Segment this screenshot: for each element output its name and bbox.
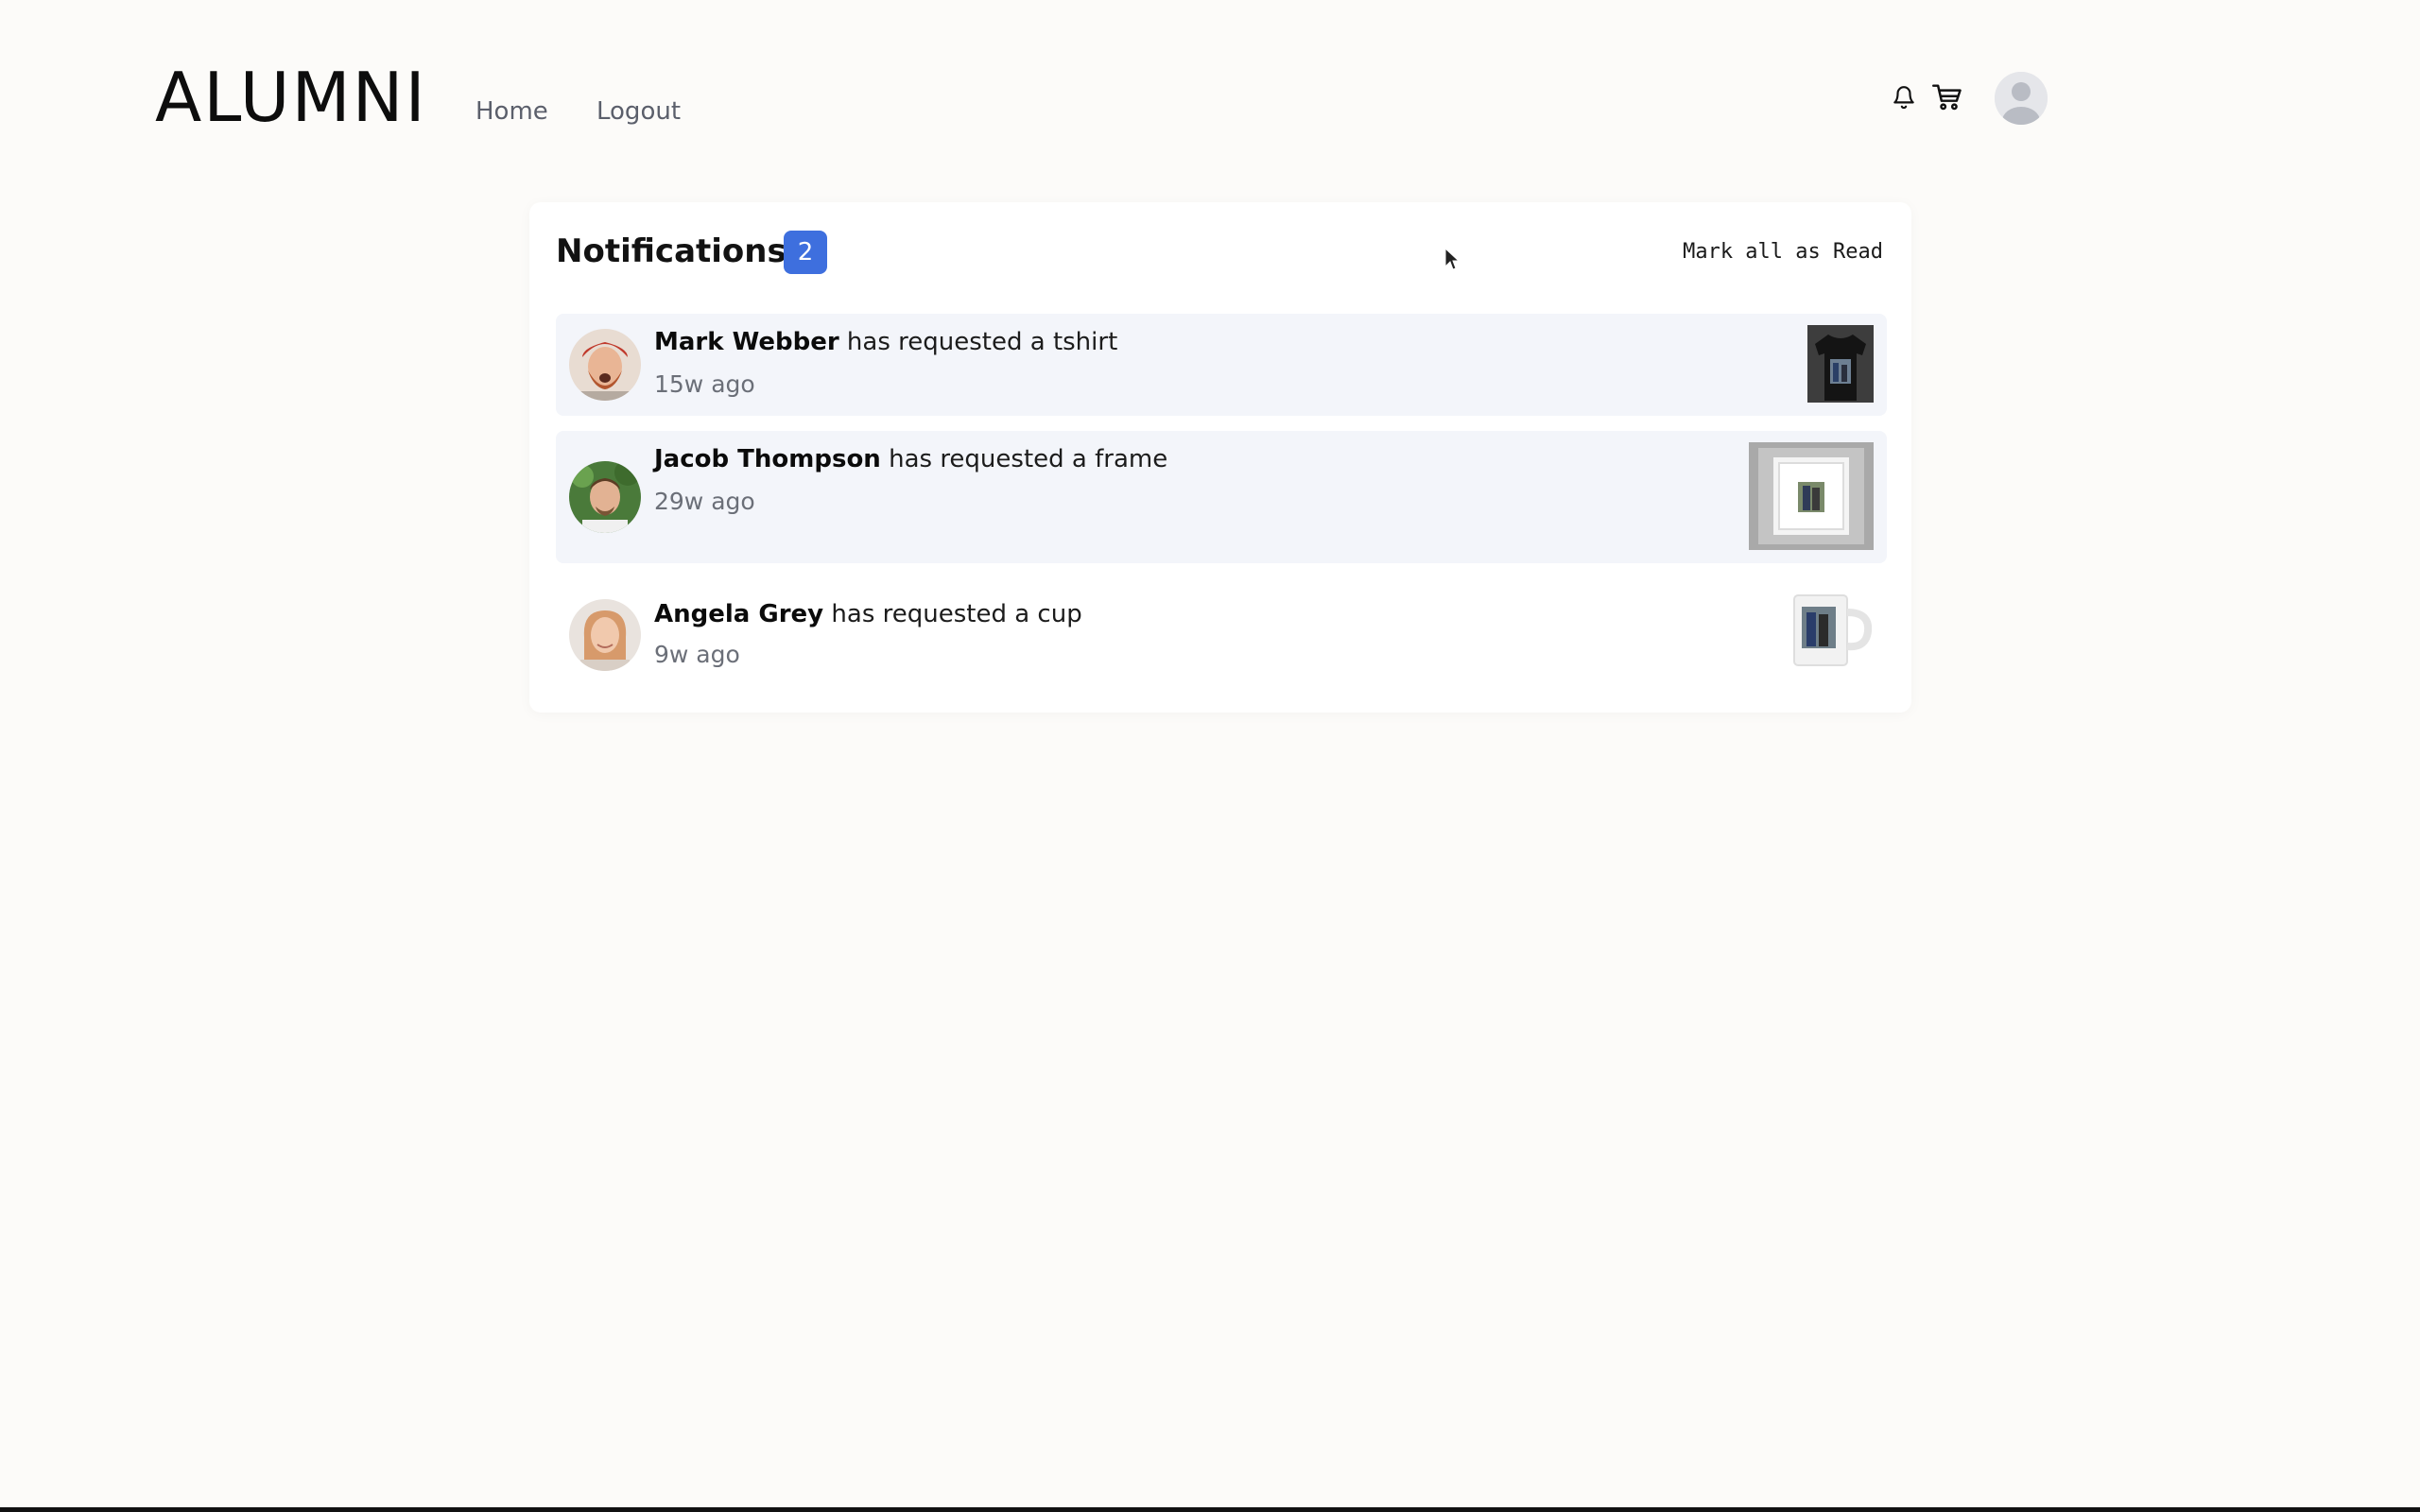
notification-time: 9w ago bbox=[654, 641, 740, 668]
cart-button[interactable] bbox=[1928, 79, 1966, 115]
notification-text: Jacob Thompson has requested a frame bbox=[654, 442, 1167, 476]
notification-text: Angela Grey has requested a cup bbox=[654, 597, 1082, 631]
mouse-cursor-icon bbox=[1444, 248, 1461, 270]
bell-icon bbox=[1893, 86, 1914, 110]
notification-action: has requested a frame bbox=[880, 445, 1168, 473]
nav-home-link[interactable]: Home bbox=[475, 94, 548, 129]
cart-icon bbox=[1932, 84, 1962, 111]
notification-user-name[interactable]: Angela Grey bbox=[654, 600, 823, 628]
notification-item[interactable]: Angela Grey has requested a cup 9w ago bbox=[556, 578, 1887, 692]
notifications-bell-button[interactable] bbox=[1888, 81, 1920, 113]
avatar[interactable] bbox=[569, 329, 641, 401]
notification-user-name[interactable]: Jacob Thompson bbox=[654, 445, 881, 473]
product-thumbnail-tshirt[interactable] bbox=[1807, 325, 1874, 403]
mark-all-read-button[interactable]: Mark all as Read bbox=[1683, 238, 1883, 266]
top-header: ALUMNI Home Logout bbox=[0, 0, 2420, 170]
notifications-panel: Notifications 2 Mark all as Read Mark We… bbox=[529, 202, 1911, 713]
user-avatar-icon bbox=[1995, 72, 2048, 125]
bottom-divider bbox=[0, 1507, 2420, 1512]
notification-action: has requested a cup bbox=[823, 600, 1082, 628]
site-logo[interactable]: ALUMNI bbox=[155, 55, 427, 140]
notification-item[interactable]: Jacob Thompson has requested a frame 29w… bbox=[556, 431, 1887, 563]
product-thumbnail-frame[interactable] bbox=[1749, 442, 1874, 550]
user-avatar-button[interactable] bbox=[1995, 72, 2048, 125]
notification-time: 29w ago bbox=[654, 488, 755, 515]
avatar[interactable] bbox=[569, 599, 641, 671]
product-thumbnail-cup[interactable] bbox=[1783, 588, 1874, 673]
unread-count-badge: 2 bbox=[784, 231, 827, 274]
notification-text: Mark Webber has requested a tshirt bbox=[654, 325, 1117, 359]
notifications-title: Notifications bbox=[556, 232, 786, 270]
notification-action: has requested a tshirt bbox=[838, 328, 1118, 356]
notification-item[interactable]: Mark Webber has requested a tshirt 15w a… bbox=[556, 314, 1887, 416]
nav-logout-link[interactable]: Logout bbox=[596, 94, 681, 129]
avatar[interactable] bbox=[569, 461, 641, 533]
notification-user-name[interactable]: Mark Webber bbox=[654, 328, 839, 356]
notification-time: 15w ago bbox=[654, 370, 755, 398]
